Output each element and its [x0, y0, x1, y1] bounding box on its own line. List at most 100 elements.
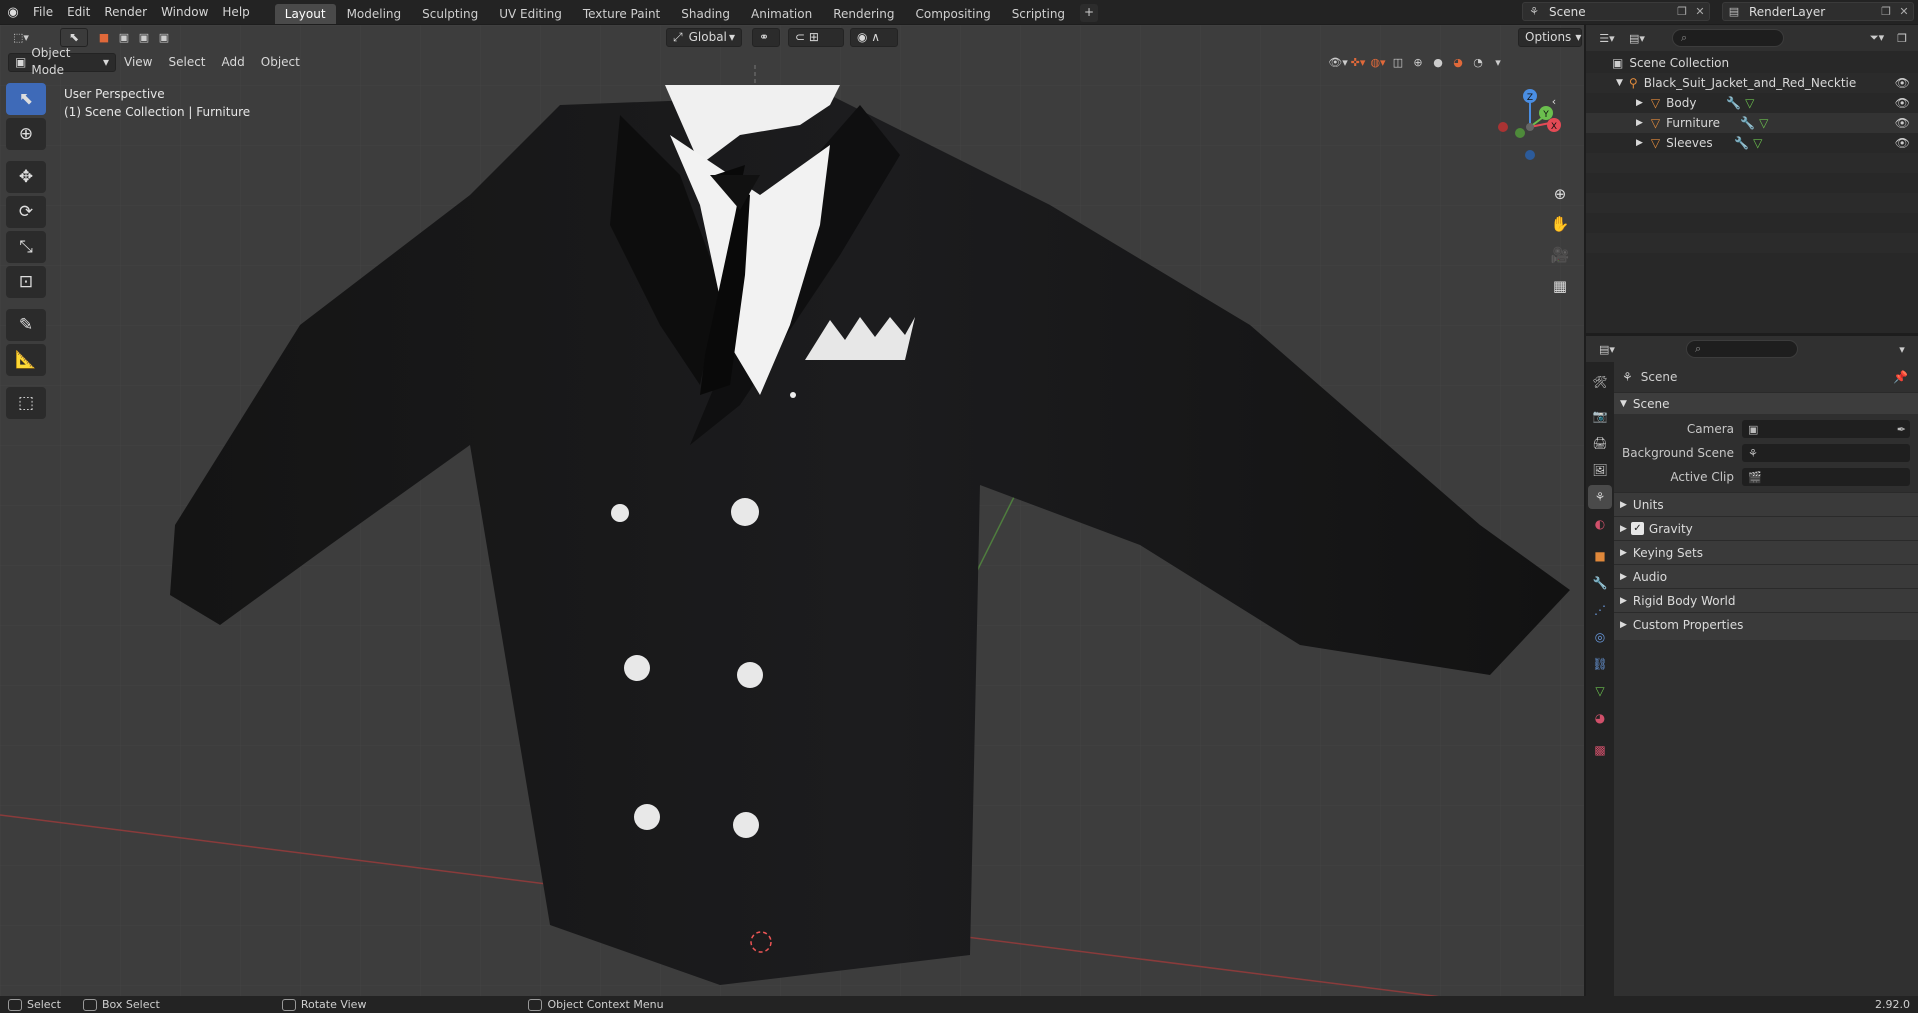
filter-icon[interactable]: ⏷▾: [1862, 29, 1892, 48]
shading-options-icon[interactable]: ▾: [1488, 53, 1508, 72]
camera-view-icon[interactable]: 🎥: [1546, 241, 1574, 269]
viewport-menu-add[interactable]: Add: [214, 55, 253, 69]
orientation-dropdown[interactable]: ⤢ Global ▾: [666, 27, 742, 47]
move-tool-icon[interactable]: ✥: [6, 161, 46, 193]
delete-view-layer-icon[interactable]: ✕: [1895, 5, 1913, 18]
add-cube-tool-icon[interactable]: ⬚: [6, 387, 46, 419]
subpanel-keying-sets[interactable]: ▶ Keying Sets: [1614, 540, 1918, 564]
scene-tab-icon[interactable]: ⚘: [1588, 485, 1612, 509]
select-new-icon[interactable]: ■: [94, 28, 114, 47]
tab-rendering[interactable]: Rendering: [823, 4, 904, 24]
expand-arrow-icon[interactable]: ▼: [1616, 78, 1623, 88]
measure-tool-icon[interactable]: 📐: [6, 344, 46, 376]
display-mode-icon[interactable]: ▤▾: [1622, 29, 1652, 48]
outliner-collection-row[interactable]: ▼ ⚲ Black_Suit_Jacket_and_Red_Necktie 👁: [1586, 73, 1918, 93]
background-scene-field[interactable]: ⚘: [1742, 444, 1910, 462]
xray-toggle-icon[interactable]: ◫: [1388, 53, 1408, 72]
active-clip-field[interactable]: 🎬: [1742, 468, 1910, 486]
menu-render[interactable]: Render: [97, 0, 154, 24]
outliner-object-body[interactable]: ▶ ▽ Body 🔧 ▽ 👁: [1586, 93, 1918, 113]
blender-logo-icon[interactable]: ◉: [0, 0, 26, 24]
scene-section-header[interactable]: ▼ Scene: [1614, 392, 1918, 414]
expand-arrow-icon[interactable]: ▶: [1636, 138, 1643, 148]
eye-icon[interactable]: 👁: [1895, 116, 1910, 130]
outliner-scene-collection[interactable]: ▣ Scene Collection: [1586, 53, 1918, 73]
texture-tab-icon[interactable]: ▩: [1588, 738, 1612, 762]
tab-shading[interactable]: Shading: [671, 4, 740, 24]
subpanel-rigid-body-world[interactable]: ▶ Rigid Body World: [1614, 588, 1918, 612]
editor-type-icon[interactable]: ⬚▾: [4, 28, 38, 47]
properties-editor-type-icon[interactable]: ▤▾: [1592, 340, 1622, 359]
tab-sculpting[interactable]: Sculpting: [412, 4, 488, 24]
mode-dropdown[interactable]: ▣ Object Mode ▾: [8, 46, 116, 77]
tab-modeling[interactable]: Modeling: [337, 4, 412, 24]
outliner-search-input[interactable]: ⌕: [1672, 29, 1784, 47]
particles-tab-icon[interactable]: ⋰: [1588, 598, 1612, 622]
viewport-menu-view[interactable]: View: [116, 55, 160, 69]
constraints-tab-icon[interactable]: ⛓: [1588, 652, 1612, 676]
tab-uv-editing[interactable]: UV Editing: [489, 4, 572, 24]
menu-help[interactable]: Help: [215, 0, 256, 24]
rendered-shading-icon[interactable]: ◔: [1468, 53, 1488, 72]
material-tab-icon[interactable]: ◕: [1588, 706, 1612, 730]
subpanel-units[interactable]: ▶ Units: [1614, 492, 1918, 516]
camera-field[interactable]: ▣ ✒: [1742, 420, 1910, 438]
gravity-checkbox[interactable]: ✓: [1630, 522, 1644, 535]
tool-select-icon[interactable]: ⬉: [60, 27, 88, 47]
new-collection-icon[interactable]: ❐: [1892, 29, 1912, 48]
select-extend-icon[interactable]: ▣: [114, 28, 134, 47]
delete-scene-icon[interactable]: ✕: [1691, 5, 1709, 18]
tab-scripting[interactable]: Scripting: [1002, 4, 1075, 24]
outliner-object-furniture[interactable]: ▶ ▽ Furniture 🔧 ▽ 👁: [1586, 113, 1918, 133]
snap-icon[interactable]: ⊂ ⊞: [788, 27, 844, 47]
material-shading-icon[interactable]: ◕: [1448, 53, 1468, 72]
object-tab-icon[interactable]: ■: [1588, 544, 1612, 568]
wireframe-shading-icon[interactable]: ⊕: [1408, 53, 1428, 72]
eyedropper-icon[interactable]: ✒: [1897, 423, 1906, 436]
render-tab-icon[interactable]: 📷: [1588, 404, 1612, 428]
eye-icon[interactable]: 👁: [1895, 76, 1910, 90]
viewport-menu-select[interactable]: Select: [160, 55, 213, 69]
add-workspace-button[interactable]: +: [1080, 4, 1099, 22]
scene-selector[interactable]: ⚘ Scene ❐ ✕: [1522, 2, 1710, 21]
pan-hand-icon[interactable]: ✋: [1546, 210, 1574, 238]
tab-texture-paint[interactable]: Texture Paint: [573, 4, 670, 24]
properties-options-icon[interactable]: ▾: [1892, 340, 1912, 359]
solid-shading-icon[interactable]: ●: [1428, 53, 1448, 72]
tab-compositing[interactable]: Compositing: [905, 4, 1000, 24]
menu-edit[interactable]: Edit: [60, 0, 97, 24]
properties-search-input[interactable]: ⌕: [1686, 340, 1798, 358]
expand-arrow-icon[interactable]: ▶: [1636, 118, 1643, 128]
modifiers-tab-icon[interactable]: 🔧: [1588, 571, 1612, 595]
view-layer-tab-icon[interactable]: 🖼: [1588, 458, 1612, 482]
3d-viewport[interactable]: ⬚▾ ⬉ ■ ▣ ▣ ▣ ⤢ Global ▾ ⚭ ⊂ ⊞ ◉ ∧ Option…: [0, 25, 1584, 997]
select-intersect-icon[interactable]: ▣: [154, 28, 174, 47]
menu-file[interactable]: File: [26, 0, 60, 24]
expand-arrow-icon[interactable]: ▶: [1636, 98, 1643, 108]
proportional-edit-icon[interactable]: ◉ ∧: [850, 27, 898, 47]
zoom-icon[interactable]: ⊕: [1546, 180, 1574, 208]
subpanel-custom-properties[interactable]: ▶ Custom Properties: [1614, 612, 1918, 636]
overlays-toggle-icon[interactable]: ◍▾: [1368, 53, 1388, 72]
physics-tab-icon[interactable]: ◎: [1588, 625, 1612, 649]
eye-icon[interactable]: 👁: [1895, 136, 1910, 150]
transform-tool-icon[interactable]: ⊡: [6, 266, 46, 298]
world-tab-icon[interactable]: ◐: [1588, 512, 1612, 536]
new-scene-icon[interactable]: ❐: [1673, 5, 1691, 18]
outliner-object-sleeves[interactable]: ▶ ▽ Sleeves 🔧 ▽ 👁: [1586, 133, 1918, 153]
subpanel-audio[interactable]: ▶ Audio: [1614, 564, 1918, 588]
eye-icon[interactable]: 👁: [1895, 96, 1910, 110]
view-layer-selector[interactable]: ▤ RenderLayer ❐ ✕: [1722, 2, 1914, 21]
outliner-editor-type-icon[interactable]: ☰▾: [1592, 29, 1622, 48]
rotate-tool-icon[interactable]: ⟳: [6, 196, 46, 228]
perspective-toggle-icon[interactable]: ▦: [1546, 272, 1574, 300]
tool-tab-icon[interactable]: 🛠: [1588, 370, 1612, 394]
viewport-menu-object[interactable]: Object: [253, 55, 308, 69]
sidebar-toggle-icon[interactable]: ‹: [1546, 93, 1562, 109]
select-subtract-icon[interactable]: ▣: [134, 28, 154, 47]
new-view-layer-icon[interactable]: ❐: [1877, 5, 1895, 18]
tab-animation[interactable]: Animation: [741, 4, 822, 24]
menu-window[interactable]: Window: [154, 0, 215, 24]
annotate-tool-icon[interactable]: ✎: [6, 309, 46, 341]
pin-icon[interactable]: 📌: [1893, 370, 1908, 384]
